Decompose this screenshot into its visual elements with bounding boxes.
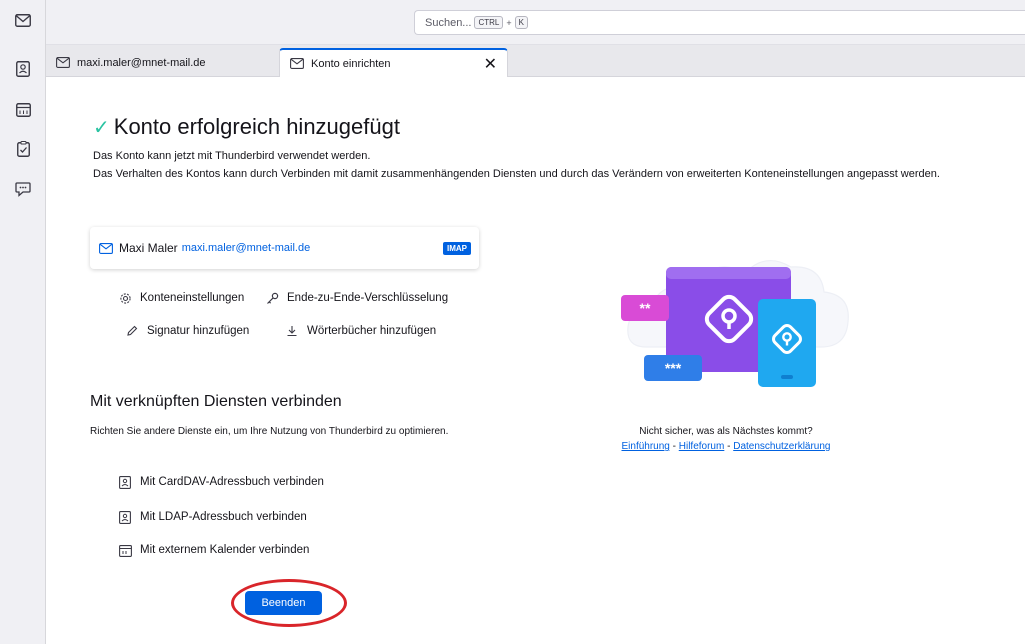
gear-icon — [118, 291, 132, 305]
add-signature-label: Signatur hinzufügen — [147, 325, 250, 337]
tab-label: Konto einrichten — [311, 58, 391, 70]
kbd-plus: + — [506, 17, 512, 28]
address-book-icon[interactable] — [11, 57, 35, 81]
key-icon — [265, 291, 279, 305]
account-settings-button[interactable]: Konteneinstellungen — [118, 291, 244, 305]
setup-illustration: ** *** — [621, 260, 849, 387]
connect-calendar-button[interactable]: Mit externem Kalender verbinden — [118, 543, 309, 557]
calendar-icon — [118, 543, 132, 557]
services-heading: Mit verknüpften Diensten verbinden — [90, 393, 342, 410]
intro-link[interactable]: Einführung — [621, 441, 669, 452]
e2e-encryption-button[interactable]: Ende-zu-Ende-Verschlüsselung — [265, 291, 448, 305]
add-dictionaries-button[interactable]: Wörterbücher hinzufügen — [285, 324, 436, 338]
account-email: maxi.maler@mnet-mail.de — [181, 242, 311, 254]
kbd-k: K — [514, 16, 528, 29]
download-icon — [285, 324, 299, 338]
mail-account-icon — [290, 58, 304, 70]
connect-calendar-label: Mit externem Kalender verbinden — [140, 544, 310, 556]
tab-mail-account[interactable]: maxi.maler@mnet-mail.de — [46, 48, 278, 77]
pencil-icon — [125, 324, 139, 338]
account-type-badge: IMAP — [443, 242, 471, 255]
mail-icon[interactable] — [11, 8, 35, 32]
success-description: Das Konto kann jetzt mit Thunderbird ver… — [93, 150, 371, 162]
spaces-toolbar — [0, 0, 46, 644]
connect-carddav-label: Mit CardDAV-Adressbuch verbinden — [140, 476, 324, 488]
add-dictionaries-label: Wörterbücher hinzufügen — [307, 325, 437, 337]
tab-label: maxi.maler@mnet-mail.de — [77, 56, 206, 69]
tab-bar: maxi.maler@mnet-mail.de Konto einrichten… — [46, 45, 1025, 78]
connect-ldap-button[interactable]: Mit LDAP-Adressbuch verbinden — [118, 510, 307, 524]
check-icon: ✓ — [93, 116, 110, 139]
finish-button[interactable]: Beenden — [245, 591, 322, 615]
page-title: ✓ Konto erfolgreich hinzugefügt — [93, 114, 400, 140]
search-placeholder: Suchen... — [425, 16, 472, 29]
unified-toolbar: Suchen... CTRL + K — [46, 0, 1025, 45]
mask-text-2: *** — [665, 360, 682, 376]
calendar-icon[interactable] — [11, 97, 35, 121]
close-icon[interactable]: ✕ — [484, 54, 497, 74]
add-signature-button[interactable]: Signatur hinzufügen — [125, 324, 249, 338]
page-title-text: Konto erfolgreich hinzugefügt — [113, 114, 400, 139]
search-input[interactable]: Suchen... CTRL + K — [414, 10, 1025, 35]
mail-account-icon — [99, 242, 113, 254]
mail-account-icon — [56, 56, 70, 69]
tasks-icon[interactable] — [11, 137, 35, 161]
chat-icon[interactable] — [11, 177, 35, 201]
account-setup-page: ✓ Konto erfolgreich hinzugefügt Das Kont… — [46, 77, 1025, 644]
connect-ldap-label: Mit LDAP-Adressbuch verbinden — [140, 511, 307, 523]
help-links: Einführung - Hilfeforum - Datenschutzerk… — [596, 441, 856, 452]
address-book-icon — [118, 510, 132, 524]
link-separator: - — [724, 441, 734, 452]
address-book-icon — [118, 475, 132, 489]
next-steps-text: Nicht sicher, was als Nächstes kommt? — [639, 426, 813, 437]
help-forum-link[interactable]: Hilfeforum — [679, 441, 725, 452]
customize-description: Das Verhalten des Kontos kann durch Verb… — [93, 168, 940, 180]
mask-text-1: ** — [640, 300, 651, 316]
e2e-encryption-label: Ende-zu-Ende-Verschlüsselung — [287, 292, 449, 304]
services-description: Richten Sie andere Dienste ein, um Ihre … — [90, 426, 449, 437]
kbd-ctrl: CTRL — [474, 16, 504, 29]
account-name: Maxi Maler — [119, 241, 178, 255]
tab-account-setup[interactable]: Konto einrichten ✕ — [279, 48, 508, 78]
privacy-link[interactable]: Datenschutzerklärung — [733, 441, 830, 452]
account-settings-label: Konteneinstellungen — [140, 292, 245, 304]
connect-carddav-button[interactable]: Mit CardDAV-Adressbuch verbinden — [118, 475, 324, 489]
account-card: Maxi Maler maxi.maler@mnet-mail.de IMAP — [90, 227, 479, 269]
link-separator: - — [669, 441, 679, 452]
